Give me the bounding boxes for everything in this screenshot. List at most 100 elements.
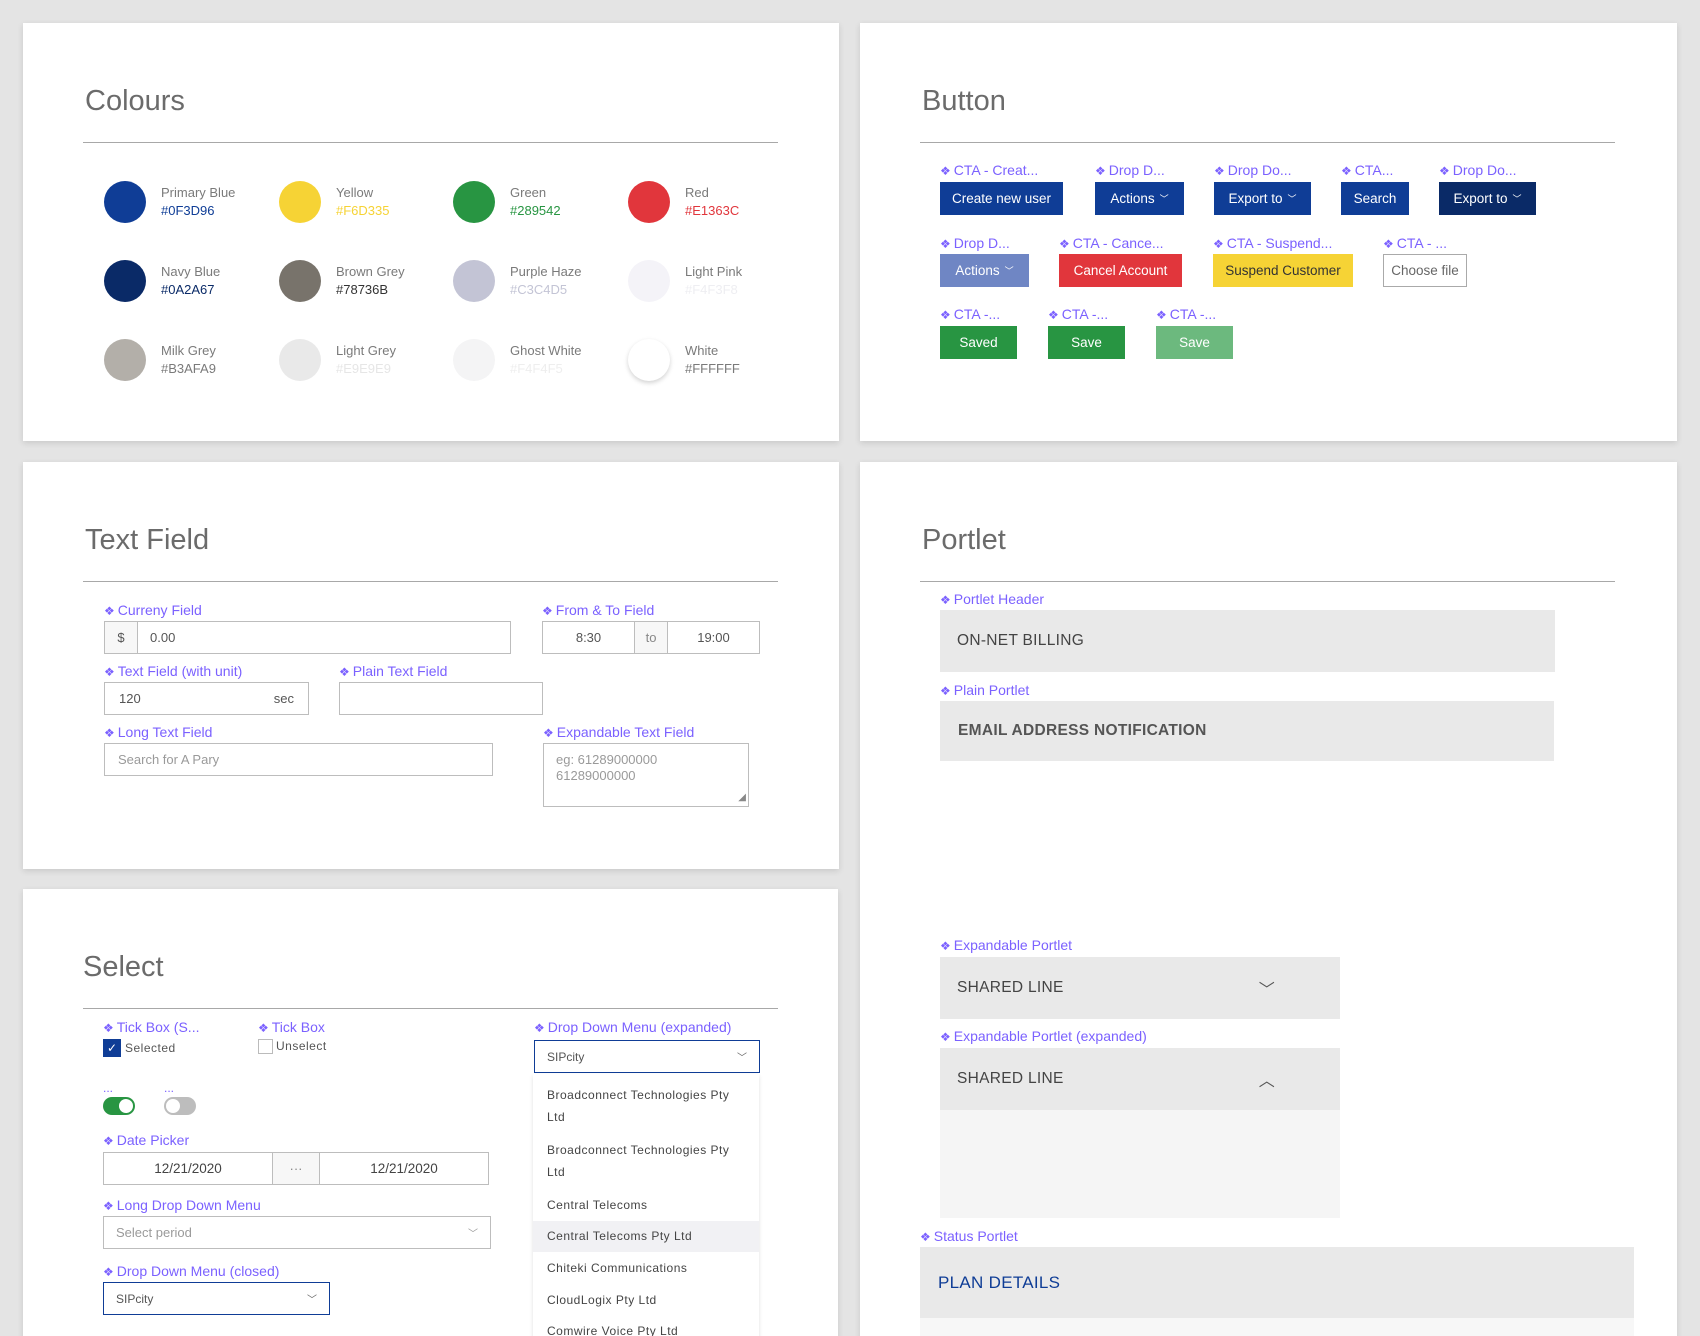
component-label: ❖ CTA... bbox=[1341, 162, 1394, 178]
export-to-dropdown-button[interactable]: Export to ﹀ bbox=[1214, 182, 1311, 215]
actions-dropdown-button[interactable]: Actions ﹀ bbox=[1095, 182, 1184, 215]
colour-hex: #F4F4F5 bbox=[510, 361, 563, 376]
component-label: ❖ Portlet Header bbox=[940, 591, 1045, 607]
resize-handle-icon[interactable]: ◢ bbox=[738, 790, 746, 806]
colour-name: Red bbox=[685, 185, 709, 200]
dropdown-expanded[interactable]: SIPcity ﹀ bbox=[534, 1040, 760, 1073]
colour-name: Green bbox=[510, 185, 547, 200]
suspend-customer-button[interactable]: Suspend Customer bbox=[1213, 254, 1353, 287]
cancel-account-button[interactable]: Cancel Account bbox=[1059, 254, 1182, 287]
component-label: ❖ Drop Down Menu (expanded) bbox=[534, 1019, 732, 1035]
colour-swatch bbox=[104, 339, 146, 381]
text-field-title: Text Field bbox=[85, 524, 210, 556]
long-text-field[interactable]: Search for A Pary bbox=[104, 743, 493, 776]
date-to-field[interactable]: 12/21/2020 bbox=[319, 1152, 489, 1185]
unit-text-field[interactable]: 120 sec bbox=[104, 682, 309, 715]
component-label: ❖ Expandable Portlet bbox=[940, 937, 1073, 953]
dropdown-option[interactable]: Comwire Voice Pty Ltd bbox=[533, 1320, 759, 1336]
component-label: ❖ Drop D... bbox=[1095, 162, 1165, 178]
expandable-text-field[interactable]: eg: 61289000000 61289000000 ◢ bbox=[543, 743, 749, 807]
portlet-title: Portlet bbox=[922, 524, 1006, 556]
status-portlet-body bbox=[920, 1318, 1634, 1336]
dropdown-option[interactable]: Chiteki Communications bbox=[533, 1257, 759, 1279]
dropdown-option[interactable]: Central Telecoms bbox=[533, 1194, 759, 1216]
to-separator: to bbox=[634, 621, 668, 654]
to-time-field[interactable]: 19:00 bbox=[667, 621, 760, 654]
checkbox-selected-label: Selected bbox=[125, 1041, 176, 1055]
colour-swatch bbox=[279, 339, 321, 381]
dropdown-option[interactable]: Ltd bbox=[533, 1106, 759, 1128]
actions-disabled-dropdown-button[interactable]: Actions ﹀ bbox=[940, 254, 1029, 287]
component-label: ❖ Tick Box bbox=[258, 1019, 325, 1035]
colour-name: Yellow bbox=[336, 185, 374, 200]
create-new-user-button[interactable]: Create new user bbox=[940, 182, 1063, 215]
component-label: ❖ Drop Do... bbox=[1439, 162, 1517, 178]
date-from-field[interactable]: 12/21/2020 bbox=[103, 1152, 273, 1185]
checkbox-unselected-label: Unselect bbox=[276, 1039, 327, 1053]
expanded-portlet-header[interactable]: SHARED LINE ︿ bbox=[940, 1048, 1340, 1110]
dropdown-option[interactable]: Broadconnect Technologies Pty bbox=[533, 1084, 759, 1106]
save-button[interactable]: Save bbox=[1048, 326, 1125, 359]
colours-divider bbox=[83, 142, 778, 143]
save-disabled-button[interactable]: Save bbox=[1156, 326, 1233, 359]
dropdown-option-hovered[interactable]: Central Telecoms Pty Ltd bbox=[533, 1221, 759, 1252]
colour-swatch bbox=[628, 181, 670, 223]
status-portlet: PLAN DETAILS bbox=[920, 1247, 1634, 1318]
colours-card: Colours Primary Blue #0F3D96 Yellow #F6D335… bbox=[23, 23, 839, 441]
colour-hex: #78736B bbox=[336, 282, 389, 297]
search-button[interactable]: Search bbox=[1341, 182, 1409, 215]
plain-portlet: EMAIL ADDRESS NOTIFICATION bbox=[940, 701, 1554, 761]
colour-swatch bbox=[104, 260, 146, 302]
dropdown-option[interactable]: Broadconnect Technologies Pty bbox=[533, 1139, 759, 1161]
from-time-field[interactable]: 8:30 bbox=[542, 621, 635, 654]
dropdown-option[interactable]: Ltd bbox=[533, 1161, 759, 1183]
colour-hex: #B3AFA9 bbox=[161, 361, 216, 376]
colour-hex: #289542 bbox=[510, 203, 561, 218]
currency-field[interactable]: 0.00 bbox=[137, 621, 511, 654]
export-to-navy-dropdown-button[interactable]: Export to ﹀ bbox=[1439, 182, 1536, 215]
button-title: Button bbox=[922, 85, 1006, 117]
chevron-down-icon: ﹀ bbox=[1258, 982, 1275, 999]
select-title: Select bbox=[83, 951, 164, 983]
component-label: ❖ CTA - Creat... bbox=[940, 162, 1039, 178]
chevron-up-icon: ︿ bbox=[1258, 1073, 1275, 1090]
expandable-portlet[interactable]: SHARED LINE ﹀ bbox=[940, 957, 1340, 1019]
long-dropdown[interactable]: Select period ﹀ bbox=[103, 1216, 491, 1249]
component-label: ❖ CTA -... bbox=[1156, 306, 1217, 322]
colour-hex: #FFFFFF bbox=[685, 361, 740, 376]
saved-button[interactable]: Saved bbox=[940, 326, 1017, 359]
dropdown-option[interactable]: CloudLogix Pty Ltd bbox=[533, 1289, 759, 1311]
component-label: ❖ Plain Portlet bbox=[940, 682, 1030, 698]
text-field-card: Text Field ❖ Curreny Field $ 0.00 ❖ From &… bbox=[23, 462, 839, 869]
colour-swatch bbox=[628, 339, 670, 381]
colour-hex: #C3C4D5 bbox=[510, 282, 568, 297]
colour-swatch bbox=[628, 260, 670, 302]
colour-swatch bbox=[279, 181, 321, 223]
checkbox-unselected[interactable] bbox=[258, 1039, 273, 1054]
expanded-portlet-body bbox=[940, 1110, 1340, 1218]
component-label: ❖ Tick Box (S... bbox=[103, 1019, 200, 1035]
component-label: ❖ Drop Down Menu (closed) bbox=[103, 1263, 280, 1279]
currency-prefix: $ bbox=[104, 621, 138, 654]
colour-name: Ghost White bbox=[510, 343, 582, 358]
colour-name: White bbox=[685, 343, 719, 358]
colour-name: Light Pink bbox=[685, 264, 743, 279]
choose-file-button[interactable]: Choose file bbox=[1383, 254, 1467, 287]
colour-swatch bbox=[453, 260, 495, 302]
toggle-off-label: ... bbox=[164, 1081, 175, 1095]
component-label: ❖ Long Drop Down Menu bbox=[103, 1197, 261, 1213]
chevron-down-icon: ﹀ bbox=[468, 1229, 478, 1240]
select-divider bbox=[83, 1008, 778, 1009]
dropdown-closed[interactable]: SIPcity ﹀ bbox=[103, 1282, 330, 1315]
checkbox-selected[interactable]: ✓ bbox=[103, 1039, 121, 1057]
colour-swatch bbox=[279, 260, 321, 302]
component-label: ❖ Status Portlet bbox=[920, 1228, 1018, 1244]
colour-swatch bbox=[453, 339, 495, 381]
component-label: ❖ Date Picker bbox=[103, 1132, 190, 1148]
component-label: ❖ CTA -... bbox=[940, 306, 1001, 322]
colour-name: Purple Haze bbox=[510, 264, 582, 279]
plain-text-field[interactable] bbox=[339, 682, 543, 715]
toggle-on[interactable] bbox=[103, 1097, 135, 1115]
chevron-down-icon: ﹀ bbox=[1512, 194, 1522, 204]
toggle-off[interactable] bbox=[164, 1097, 196, 1115]
